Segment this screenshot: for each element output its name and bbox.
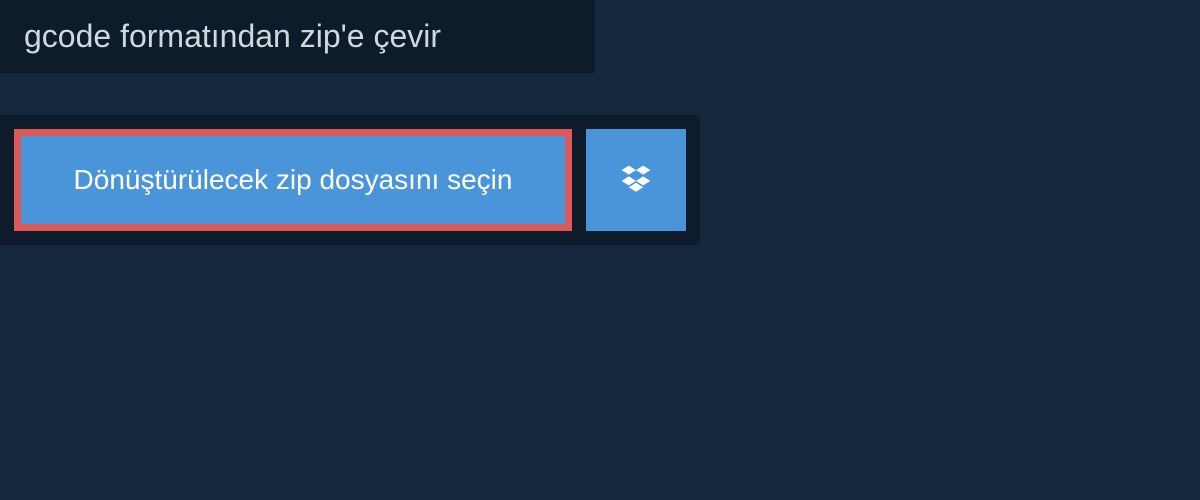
page-title: gcode formatından zip'e çevir (24, 18, 571, 55)
select-file-button[interactable]: Dönüştürülecek zip dosyasını seçin (14, 129, 572, 231)
dropbox-button[interactable] (586, 129, 686, 231)
dropbox-icon (618, 162, 654, 198)
upload-panel: Dönüştürülecek zip dosyasını seçin (0, 115, 700, 245)
header-bar: gcode formatından zip'e çevir (0, 0, 595, 73)
